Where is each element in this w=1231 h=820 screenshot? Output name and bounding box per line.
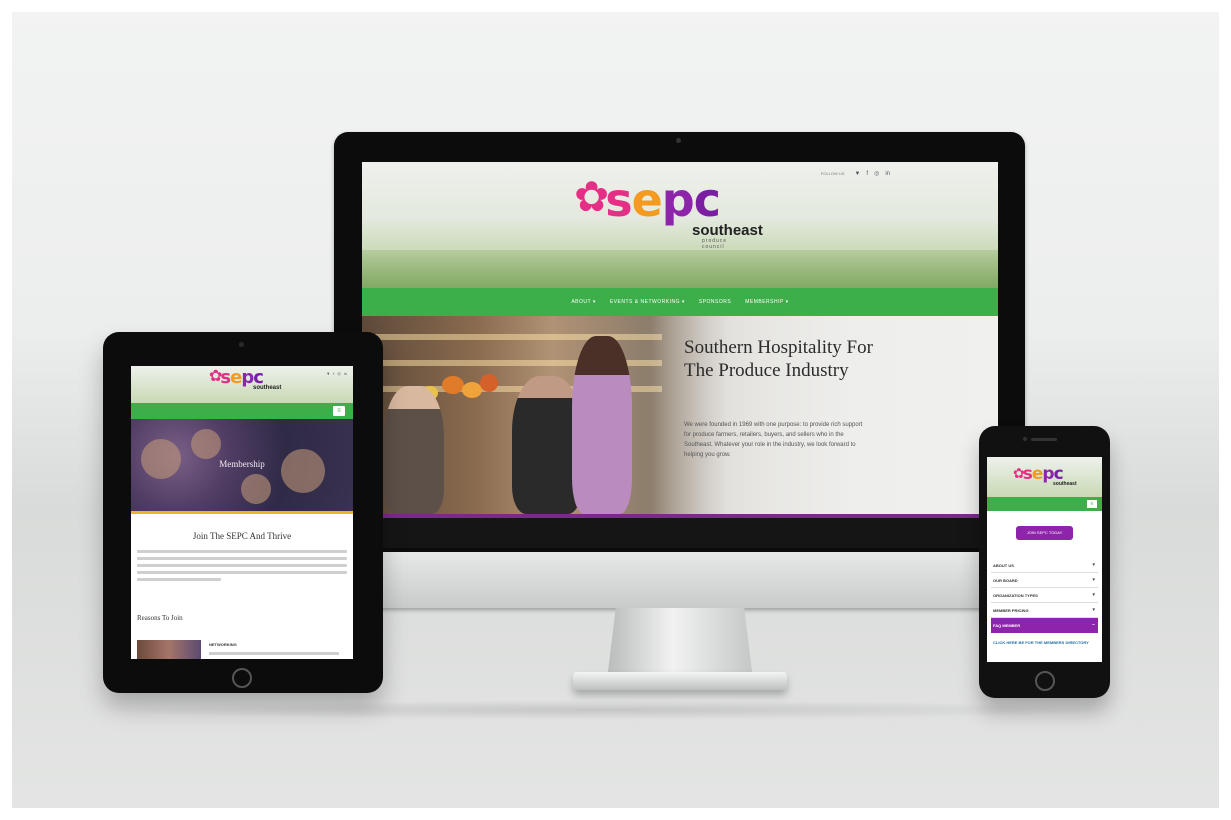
- hero-photo-produce: [462, 382, 482, 398]
- desktop-logo[interactable]: ✿ sepc southeast produce council: [574, 173, 763, 251]
- phone-camera: [1023, 437, 1027, 441]
- phone-device: ✿ sepc southeast ≡ JOIN SEPC TODAY ABOUT…: [979, 426, 1110, 698]
- desktop-hero: Southern Hospitality For The Produce Ind…: [362, 316, 998, 514]
- accordion-item[interactable]: MEMBER PRICING ▾: [991, 603, 1098, 618]
- hamburger-menu-icon[interactable]: ≡: [333, 406, 345, 416]
- hero-photo-person: [384, 386, 444, 514]
- facebook-icon[interactable]: f: [333, 371, 334, 376]
- tablet-nav: ≡: [131, 403, 353, 419]
- floor-shadow: [100, 700, 1120, 720]
- hero-photo-produce: [442, 376, 464, 394]
- phone-speaker: [1031, 438, 1057, 441]
- hero-photo-produce: [480, 374, 498, 392]
- tablet-subsection-title: Reasons To Join: [137, 614, 183, 622]
- hero-photo-shelf: [362, 334, 662, 340]
- instagram-icon[interactable]: ◎: [337, 371, 341, 376]
- state-map-leaf-icon: ✿: [574, 173, 610, 220]
- monitor-camera: [676, 138, 681, 143]
- logo-subtitle: southeast: [1053, 481, 1077, 487]
- accordion-item-label: ORGANIZATION TYPES: [993, 593, 1038, 598]
- chevron-down-icon: ▾: [1092, 562, 1095, 568]
- tablet-logo[interactable]: ✿ sepc southeast: [209, 368, 281, 392]
- tablet-screen: ▼ f ◎ in ✿ sepc southeast ≡ Membership J…: [131, 366, 353, 659]
- hero-title: Southern Hospitality For The Produce Ind…: [684, 337, 873, 381]
- linkedin-icon[interactable]: in: [344, 371, 347, 376]
- hero-photo-crowd: [241, 474, 271, 504]
- accordion-item-active[interactable]: FAQ MEMBER −: [991, 618, 1098, 633]
- phone-header: ✿ sepc southeast: [987, 457, 1102, 497]
- instagram-icon[interactable]: ◎: [874, 170, 879, 177]
- hero-photo-crowd: [281, 449, 325, 493]
- text-line: [137, 578, 221, 581]
- hero-photo-crowd: [191, 429, 221, 459]
- header-field-backdrop: [362, 250, 998, 288]
- tablet-hero-accent-line: [131, 511, 353, 514]
- phone-home-button[interactable]: [1035, 671, 1055, 691]
- text-line: [137, 564, 347, 567]
- accordion-item[interactable]: ABOUT US ▾: [991, 558, 1098, 573]
- text-line: [209, 652, 339, 655]
- accordion-item-label: FAQ MEMBER: [993, 623, 1021, 628]
- join-button[interactable]: JOIN SEPC TODAY: [1016, 526, 1073, 540]
- tablet-item-title: NETWORKING: [209, 642, 237, 647]
- tablet-header: ▼ f ◎ in ✿ sepc southeast: [131, 366, 353, 403]
- desktop-monitor: FOLLOW US ▼ f ◎ in ✿ sepc southeast prod…: [334, 132, 1025, 608]
- accordion-item-label: ABOUT US: [993, 563, 1014, 568]
- chevron-down-icon: ▾: [1092, 607, 1095, 613]
- hero-text: We were founded in 1969 with one purpose…: [684, 422, 863, 458]
- desktop-nav: ABOUT ▾ EVENTS & NETWORKING ▾ SPONSORS M…: [362, 288, 998, 316]
- hamburger-menu-icon[interactable]: ≡: [1087, 500, 1097, 508]
- desktop-screen: FOLLOW US ▼ f ◎ in ✿ sepc southeast prod…: [362, 162, 998, 548]
- phone-logo[interactable]: ✿ sepc southeast: [1013, 465, 1077, 487]
- monitor-stand-base: [573, 672, 787, 690]
- tablet-hero-title: Membership: [219, 459, 265, 469]
- nav-item-sponsors[interactable]: SPONSORS: [699, 299, 731, 305]
- facebook-icon[interactable]: f: [866, 171, 868, 177]
- tablet-section-title: Join The SEPC And Thrive: [192, 531, 292, 541]
- text-line: [137, 550, 347, 553]
- chevron-down-icon: ▾: [1092, 577, 1095, 583]
- tablet-social-links: ▼ f ◎ in: [326, 371, 347, 376]
- accordion-item-label: OUR BOARD: [993, 578, 1018, 583]
- social-label: FOLLOW US: [820, 171, 845, 176]
- directory-link[interactable]: CLICK HERE BE FOR THE MEMBERS DIRECTORY: [993, 640, 1093, 646]
- accordion-item[interactable]: ORGANIZATION TYPES ▾: [991, 588, 1098, 603]
- monitor-chin: [334, 548, 1025, 608]
- tablet-paragraph: [137, 550, 347, 594]
- phone-screen: ✿ sepc southeast ≡ JOIN SEPC TODAY ABOUT…: [987, 457, 1102, 662]
- nav-item-membership[interactable]: MEMBERSHIP ▾: [745, 299, 788, 305]
- desktop-header: FOLLOW US ▼ f ◎ in ✿ sepc southeast prod…: [362, 162, 998, 288]
- tablet-device: ▼ f ◎ in ✿ sepc southeast ≡ Membership J…: [103, 332, 383, 693]
- tablet-hero: Membership: [131, 419, 353, 511]
- tablet-home-button[interactable]: [232, 668, 252, 688]
- twitter-icon[interactable]: ▼: [854, 171, 860, 177]
- hero-photo-person: [572, 336, 632, 514]
- desktop-social-links: FOLLOW US ▼ f ◎ in: [820, 170, 890, 178]
- logo-subtitle: southeast: [692, 222, 763, 239]
- tablet-item-thumbnail: [137, 640, 201, 659]
- text-line: [137, 571, 347, 574]
- phone-accordion-list: ABOUT US ▾ OUR BOARD ▾ ORGANIZATION TYPES ▾…: [991, 558, 1098, 633]
- logo-subtitle: southeast: [253, 385, 282, 391]
- phone-nav: ≡: [987, 497, 1102, 511]
- accordion-item-label: MEMBER PRICING: [993, 608, 1029, 613]
- logo-tagline: produce council: [702, 238, 728, 250]
- minus-icon: −: [1092, 622, 1095, 628]
- accordion-item[interactable]: OUR BOARD ▾: [991, 573, 1098, 588]
- desktop-footer-strip: [362, 518, 998, 548]
- tablet-camera: [239, 342, 244, 347]
- chevron-down-icon: ▾: [1092, 592, 1095, 598]
- text-line: [137, 557, 347, 560]
- twitter-icon[interactable]: ▼: [326, 371, 330, 376]
- logo-wordmark: sepc: [605, 173, 721, 227]
- linkedin-icon[interactable]: in: [885, 171, 890, 177]
- nav-item-events[interactable]: EVENTS & NETWORKING ▾: [610, 299, 685, 305]
- monitor-chin-band: [334, 548, 1025, 552]
- monitor-stand-neck: [607, 608, 753, 680]
- nav-item-about[interactable]: ABOUT ▾: [571, 299, 596, 305]
